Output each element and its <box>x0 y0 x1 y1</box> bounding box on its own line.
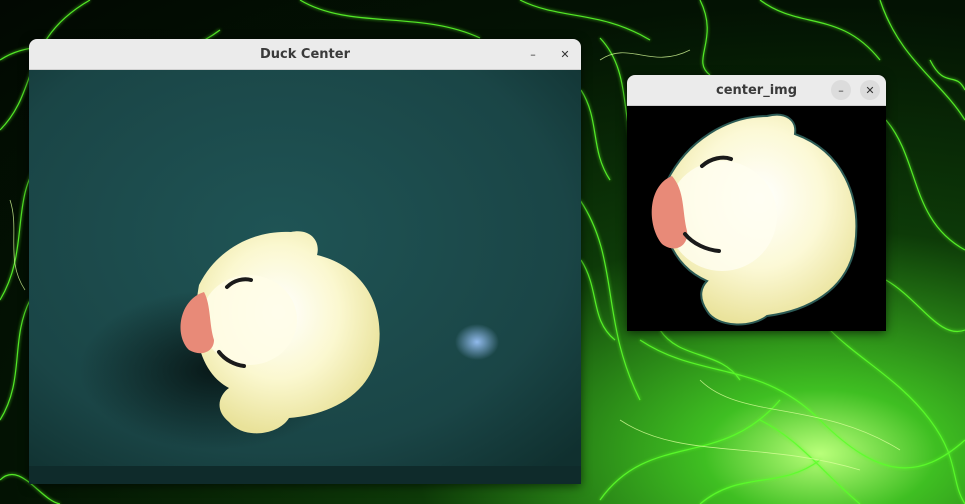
close-icon[interactable]: ✕ <box>860 80 880 100</box>
titlebar[interactable]: center_img – ✕ <box>627 75 886 106</box>
titlebar[interactable]: Duck Center – ✕ <box>29 39 581 70</box>
cropped-duck-image <box>627 106 886 331</box>
minimize-icon[interactable]: – <box>831 80 851 100</box>
center-img-window: center_img – ✕ <box>627 75 886 331</box>
minimize-icon[interactable]: – <box>523 44 543 64</box>
window-title: center_img <box>715 82 798 98</box>
duck-center-window: Duck Center – ✕ <box>29 39 581 484</box>
window-title: Duck Center <box>260 46 350 62</box>
close-icon[interactable]: ✕ <box>555 44 575 64</box>
camera-image <box>29 70 581 484</box>
desktop: Duck Center – ✕ center_img – ✕ <box>0 0 965 504</box>
camera-view <box>29 70 581 484</box>
cropped-image-view <box>627 106 886 331</box>
